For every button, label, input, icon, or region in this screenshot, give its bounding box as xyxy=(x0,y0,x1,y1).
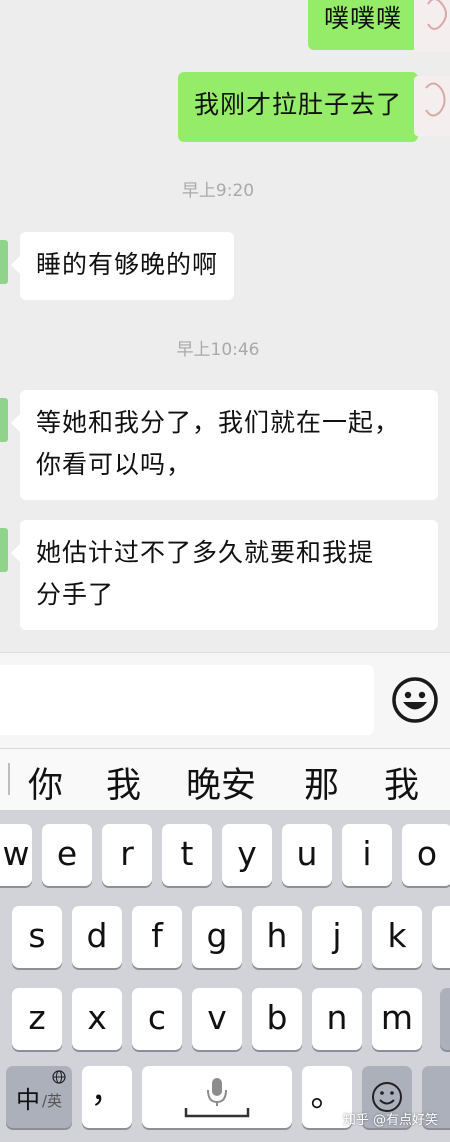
key-label: /英 xyxy=(42,1092,63,1110)
message-bubble-incoming[interactable]: 等她和我分了，我们就在一起， 你看可以吗， xyxy=(11,390,438,500)
key-label: i xyxy=(362,834,372,873)
message-text-line: 等她和我分了，我们就在一起， xyxy=(36,408,401,437)
key-label: u xyxy=(296,834,318,873)
key[interactable]: d xyxy=(72,906,122,968)
key[interactable]: u xyxy=(282,824,332,886)
avatar[interactable] xyxy=(0,240,8,284)
chat-area[interactable]: 噗噗噗 我刚才拉肚子去了 早上9:20 睡的有够晚的啊 早上10:46 等她和我… xyxy=(0,0,450,652)
space-key[interactable] xyxy=(142,1066,292,1128)
key-label: 。 xyxy=(310,1075,344,1114)
key-label: m xyxy=(380,998,414,1037)
key-label: w xyxy=(2,834,30,873)
key[interactable]: k xyxy=(372,906,422,968)
message-text: 我刚才拉肚子去了 xyxy=(193,90,402,119)
key-label: e xyxy=(56,834,78,873)
key-label: t xyxy=(180,834,194,873)
key-label: n xyxy=(326,998,348,1037)
ime-candidate-bar: 你 我 晚安 那 我 xyxy=(0,748,450,810)
input-bar xyxy=(0,652,450,748)
watermark: 知乎 @有点好笑 xyxy=(342,1113,438,1128)
message-text-line: 你看可以吗， xyxy=(36,450,193,479)
divider xyxy=(8,763,10,795)
key[interactable]: b xyxy=(252,988,302,1050)
key[interactable]: n xyxy=(312,988,362,1050)
message-bubble-outgoing[interactable]: 噗噗噗 xyxy=(307,0,428,50)
message-bubble-incoming[interactable]: 她估计过不了多久就要和我提 分手了 xyxy=(11,520,438,630)
comma-key[interactable]: ， xyxy=(82,1066,132,1128)
key[interactable]: g xyxy=(192,906,242,968)
candidate-word[interactable]: 我 xyxy=(106,757,141,808)
message-bubble-incoming[interactable]: 睡的有够晚的啊 xyxy=(10,232,235,300)
key[interactable]: x xyxy=(72,988,122,1050)
language-switch-key[interactable]: 中 /英 xyxy=(6,1066,72,1128)
avatar[interactable] xyxy=(414,0,450,52)
message-text: 噗噗噗 xyxy=(323,4,402,33)
key-label: s xyxy=(28,916,46,955)
key[interactable]: i xyxy=(342,824,392,886)
avatar[interactable] xyxy=(0,398,8,442)
key-label: x xyxy=(87,998,107,1037)
candidate-word[interactable]: 晚安 xyxy=(186,757,256,808)
key-label: h xyxy=(266,916,288,955)
message-text: 睡的有够晚的啊 xyxy=(36,250,219,279)
message-input[interactable] xyxy=(0,665,374,735)
avatar-image-icon xyxy=(427,0,447,30)
key-label: r xyxy=(120,834,134,873)
keyboard: w e r t y u i o s d f g h j k z x c v b … xyxy=(0,810,450,1142)
key[interactable]: s xyxy=(12,906,62,968)
key-label: f xyxy=(151,916,163,955)
key[interactable] xyxy=(432,906,450,968)
key[interactable]: f xyxy=(132,906,182,968)
avatar[interactable] xyxy=(0,528,8,572)
key-label: d xyxy=(86,916,108,955)
key[interactable]: j xyxy=(312,906,362,968)
key-label: g xyxy=(206,916,228,955)
key-label: z xyxy=(28,998,46,1037)
key-label: j xyxy=(332,916,342,955)
avatar-image-icon xyxy=(425,82,446,117)
key[interactable]: m xyxy=(372,988,422,1050)
message-text-line: 分手了 xyxy=(36,580,115,609)
candidate-word[interactable]: 那 xyxy=(304,757,339,808)
candidate-word[interactable]: 你 xyxy=(28,757,63,808)
key-label: o xyxy=(416,834,438,873)
microphone-icon xyxy=(184,1078,250,1118)
key[interactable]: t xyxy=(162,824,212,886)
key[interactable]: v xyxy=(192,988,242,1050)
key[interactable]: c xyxy=(132,988,182,1050)
key[interactable]: e xyxy=(42,824,92,886)
timestamp: 早上9:20 xyxy=(181,181,255,201)
key-label: v xyxy=(207,998,227,1037)
key[interactable]: o xyxy=(402,824,450,886)
key[interactable]: z xyxy=(12,988,62,1050)
globe-icon xyxy=(52,1070,66,1084)
key[interactable] xyxy=(440,988,450,1050)
message-text-line: 她估计过不了多久就要和我提 xyxy=(36,538,375,567)
key-label: k xyxy=(387,916,407,955)
timestamp: 早上10:46 xyxy=(176,340,260,360)
key-label: y xyxy=(237,834,257,873)
avatar[interactable] xyxy=(414,76,450,136)
key-label: ， xyxy=(90,1071,124,1110)
candidate-word[interactable]: 我 xyxy=(384,757,419,808)
smiley-face-icon[interactable] xyxy=(390,675,440,725)
key[interactable]: h xyxy=(252,906,302,968)
message-bubble-outgoing[interactable]: 我刚才拉肚子去了 xyxy=(177,72,428,142)
key[interactable]: y xyxy=(222,824,272,886)
key[interactable]: r xyxy=(102,824,152,886)
key-label: 中 xyxy=(16,1086,40,1114)
key[interactable]: w xyxy=(0,824,32,886)
key-label: c xyxy=(147,998,167,1037)
key-label: b xyxy=(266,998,288,1037)
